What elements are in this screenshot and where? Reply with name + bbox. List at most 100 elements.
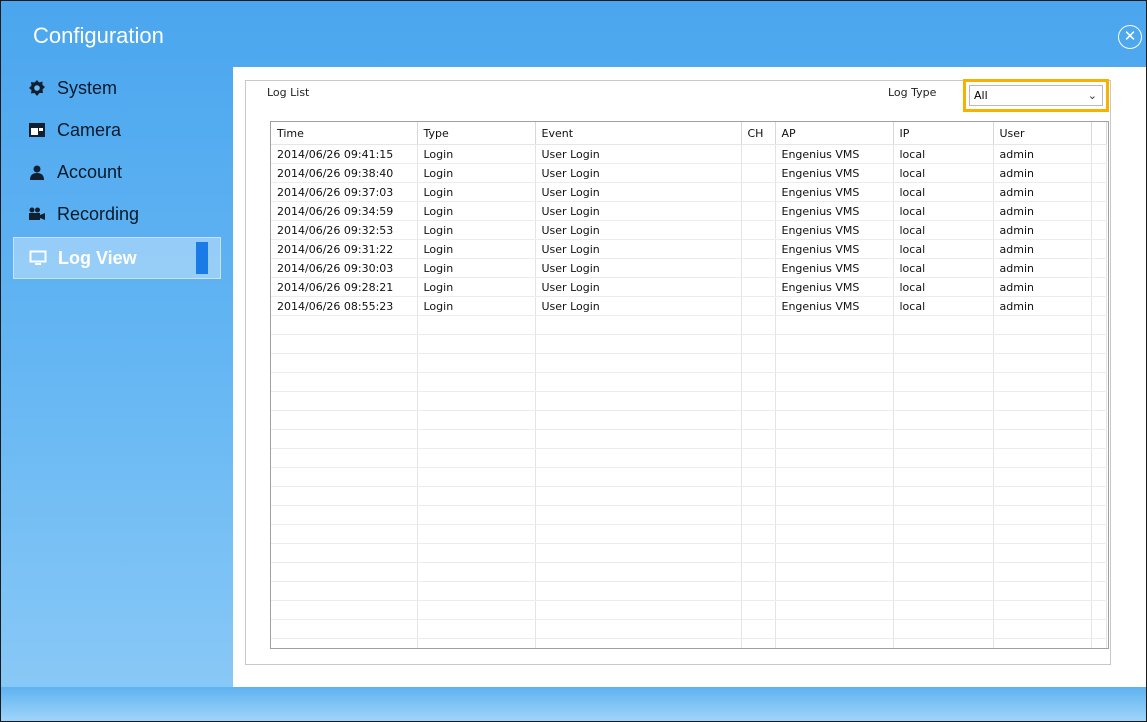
table-cell: [535, 524, 742, 544]
table-cell: [417, 315, 536, 335]
table-row[interactable]: 2014/06/26 09:32:53 Login User Login Engeni…: [271, 220, 1107, 240]
table-cell: Login: [417, 296, 536, 316]
table-cell: [1091, 619, 1107, 639]
sidebar-item-account[interactable]: Account: [13, 151, 221, 193]
table-row[interactable]: 2014/06/26 09:41:15 Login User Login Engeni…: [271, 144, 1107, 164]
table-cell-filler: [1091, 277, 1107, 297]
table-cell: [271, 581, 418, 601]
table-cell: [993, 562, 1092, 582]
sidebar-item-camera[interactable]: Camera: [13, 109, 221, 151]
table-cell-filler: [1091, 258, 1107, 278]
table-cell: local: [893, 182, 994, 202]
table-cell: local: [893, 296, 994, 316]
table-cell: [1091, 486, 1107, 506]
table-cell: [993, 619, 1092, 639]
table-cell: [775, 429, 894, 449]
table-cell: Engenius VMS: [775, 277, 894, 297]
table-row[interactable]: 2014/06/26 09:37:03 Login User Login Engeni…: [271, 182, 1107, 202]
empty-row: [271, 372, 1107, 392]
empty-row: [271, 562, 1107, 582]
table-cell: [775, 619, 894, 639]
table-cell: [741, 486, 776, 506]
table-cell: local: [893, 258, 994, 278]
table-cell: [775, 391, 894, 411]
table-cell: Login: [417, 239, 536, 259]
table-cell: [993, 315, 1092, 335]
table-cell-filler: [1091, 220, 1107, 240]
table-cell: [893, 581, 994, 601]
table-row[interactable]: 2014/06/26 09:28:21 Login User Login Engeni…: [271, 277, 1107, 297]
table-cell: [893, 315, 994, 335]
table-cell: User Login: [535, 220, 742, 240]
table-cell: [993, 372, 1092, 392]
sidebar-item-label: Account: [57, 161, 123, 182]
column-header[interactable]: Time: [271, 122, 418, 145]
empty-row: [271, 638, 1107, 648]
table-cell: [417, 410, 536, 430]
table-cell: local: [893, 163, 994, 183]
table-cell: [893, 353, 994, 373]
bottom-strip: [1, 687, 1146, 721]
table-cell: [775, 543, 894, 563]
table-cell: Engenius VMS: [775, 239, 894, 259]
table-cell: [1091, 391, 1107, 411]
table-cell: [741, 201, 776, 221]
table-cell: [271, 353, 418, 373]
table-cell: [535, 372, 742, 392]
table-cell: admin: [993, 182, 1092, 202]
camera-icon: [27, 121, 47, 139]
empty-row: [271, 448, 1107, 468]
table-row[interactable]: 2014/06/26 08:55:23 Login User Login Engeni…: [271, 296, 1107, 316]
table-row[interactable]: 2014/06/26 09:34:59 Login User Login Engeni…: [271, 201, 1107, 221]
table-cell: [1091, 581, 1107, 601]
close-button[interactable]: ✕: [1118, 25, 1142, 49]
table-cell: Login: [417, 277, 536, 297]
table-cell: [993, 334, 1092, 354]
column-header[interactable]: IP: [893, 122, 994, 145]
table-row[interactable]: 2014/06/26 09:30:03 Login User Login Engeni…: [271, 258, 1107, 278]
column-header[interactable]: User: [993, 122, 1092, 145]
table-cell: [535, 334, 742, 354]
sidebar-item-recording[interactable]: Recording: [13, 193, 221, 235]
column-header[interactable]: Type: [417, 122, 536, 145]
table-row[interactable]: 2014/06/26 09:38:40 Login User Login Engeni…: [271, 163, 1107, 183]
column-header[interactable]: CH: [741, 122, 776, 145]
table-cell: Login: [417, 163, 536, 183]
table-cell: Engenius VMS: [775, 220, 894, 240]
table-cell: [993, 581, 1092, 601]
log-type-select[interactable]: All ⌄: [969, 85, 1103, 106]
table-cell: User Login: [535, 163, 742, 183]
table-cell: [741, 144, 776, 164]
table-cell: [775, 638, 894, 648]
sidebar-item-log-view[interactable]: Log View: [13, 237, 221, 279]
table-cell: [1091, 467, 1107, 487]
table-cell: [417, 505, 536, 525]
table-cell: [993, 353, 1092, 373]
table-cell: [741, 315, 776, 335]
table-cell: local: [893, 201, 994, 221]
table-row[interactable]: 2014/06/26 09:31:22 Login User Login Engeni…: [271, 239, 1107, 259]
table-cell: [535, 638, 742, 648]
table-cell: User Login: [535, 182, 742, 202]
table-cell: [741, 505, 776, 525]
window-title: Configuration: [33, 23, 164, 48]
column-header[interactable]: AP: [775, 122, 894, 145]
empty-row: [271, 600, 1107, 620]
table-cell: [775, 372, 894, 392]
table-cell: 2014/06/26 09:34:59: [271, 201, 418, 221]
table-cell: admin: [993, 239, 1092, 259]
column-header[interactable]: Event: [535, 122, 742, 145]
sidebar-item-system[interactable]: System: [13, 67, 221, 109]
table-cell: [417, 600, 536, 620]
table-cell: [775, 315, 894, 335]
table-cell: [741, 638, 776, 648]
table-cell: [893, 562, 994, 582]
log-type-label: Log Type: [884, 86, 941, 99]
table-cell: [993, 543, 1092, 563]
table-cell: [741, 619, 776, 639]
table-cell: [417, 524, 536, 544]
table-cell: [271, 600, 418, 620]
table-cell: [1091, 410, 1107, 430]
table-cell: [1091, 600, 1107, 620]
table-cell: [417, 543, 536, 563]
